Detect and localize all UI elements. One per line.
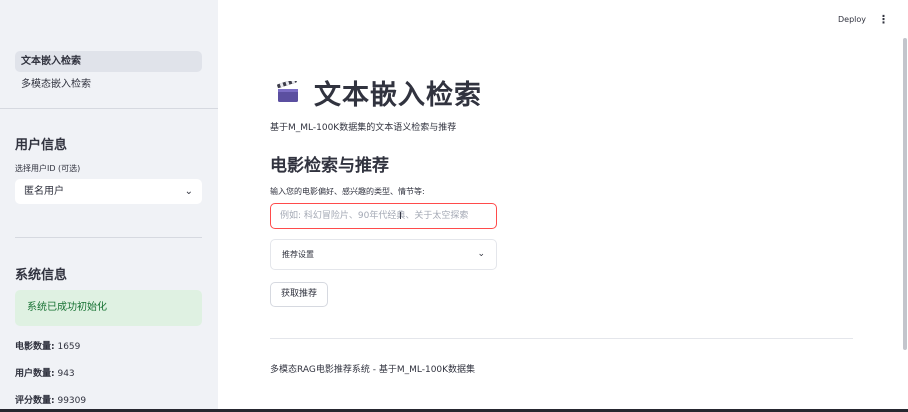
sidebar-nav-text-retrieval[interactable]: 文本嵌入检索 bbox=[15, 51, 202, 72]
user-select-value: 匿名用户 bbox=[24, 186, 64, 197]
sidebar-divider bbox=[0, 108, 218, 109]
get-recommendations-button[interactable]: 获取推荐 bbox=[270, 282, 328, 307]
stat-label: 评分数量: bbox=[15, 396, 55, 406]
user-section-title: 用户信息 bbox=[15, 138, 68, 153]
page-subtitle: 基于M_ML-100K数据集的文本语义检索与推荐 bbox=[270, 123, 457, 133]
deploy-button[interactable]: Deploy bbox=[838, 15, 866, 24]
user-select[interactable]: 匿名用户 ⌄ bbox=[15, 179, 202, 204]
sidebar-nav-multimodal-retrieval[interactable]: 多模态嵌入检索 bbox=[15, 74, 202, 95]
stat-movie-count: 电影数量: 1659 bbox=[15, 339, 80, 352]
stat-value: 1659 bbox=[57, 342, 81, 352]
system-section-title: 系统信息 bbox=[15, 268, 68, 283]
section-title: 电影检索与推荐 bbox=[270, 156, 389, 176]
scrollbar[interactable] bbox=[903, 38, 907, 350]
text-cursor-icon: I bbox=[399, 211, 402, 222]
user-select-label: 选择用户ID (可选) bbox=[15, 164, 81, 173]
chevron-down-icon: ⌄ bbox=[184, 186, 193, 197]
preference-input-label: 输入您的电影偏好、感兴趣的类型、情节等: bbox=[270, 187, 425, 196]
stat-user-count: 用户数量: 943 bbox=[15, 366, 75, 379]
recommend-settings-expander[interactable]: 推荐设置 ⌄ bbox=[270, 239, 497, 270]
main-divider bbox=[270, 338, 853, 339]
stat-label: 用户数量: bbox=[15, 369, 55, 379]
clapper-board-icon bbox=[277, 81, 298, 102]
status-success-alert: 系统已成功初始化 bbox=[15, 290, 202, 326]
stat-rating-count: 评分数量: 99309 bbox=[15, 393, 86, 406]
stat-value: 99309 bbox=[57, 396, 87, 406]
sidebar: 文本嵌入检索 多模态嵌入检索 用户信息 选择用户ID (可选) 匿名用户 ⌄ 系… bbox=[0, 0, 218, 412]
page-title-row: 文本嵌入检索 bbox=[276, 72, 482, 112]
stat-value: 943 bbox=[57, 369, 75, 379]
kebab-menu-icon[interactable]: ⋮ bbox=[878, 13, 889, 26]
preference-input[interactable]: 例如: 科幻冒险片、90年代经典、关于太空探索 bbox=[270, 203, 497, 229]
page-title: 文本嵌入检索 bbox=[314, 79, 482, 111]
footer-text: 多模态RAG电影推荐系统 - 基于M_ML-100K数据集 bbox=[270, 365, 476, 375]
expander-label: 推荐设置 bbox=[282, 250, 314, 259]
stat-label: 电影数量: bbox=[15, 342, 55, 352]
chevron-down-icon: ⌄ bbox=[477, 249, 485, 259]
sidebar-divider bbox=[15, 237, 202, 238]
